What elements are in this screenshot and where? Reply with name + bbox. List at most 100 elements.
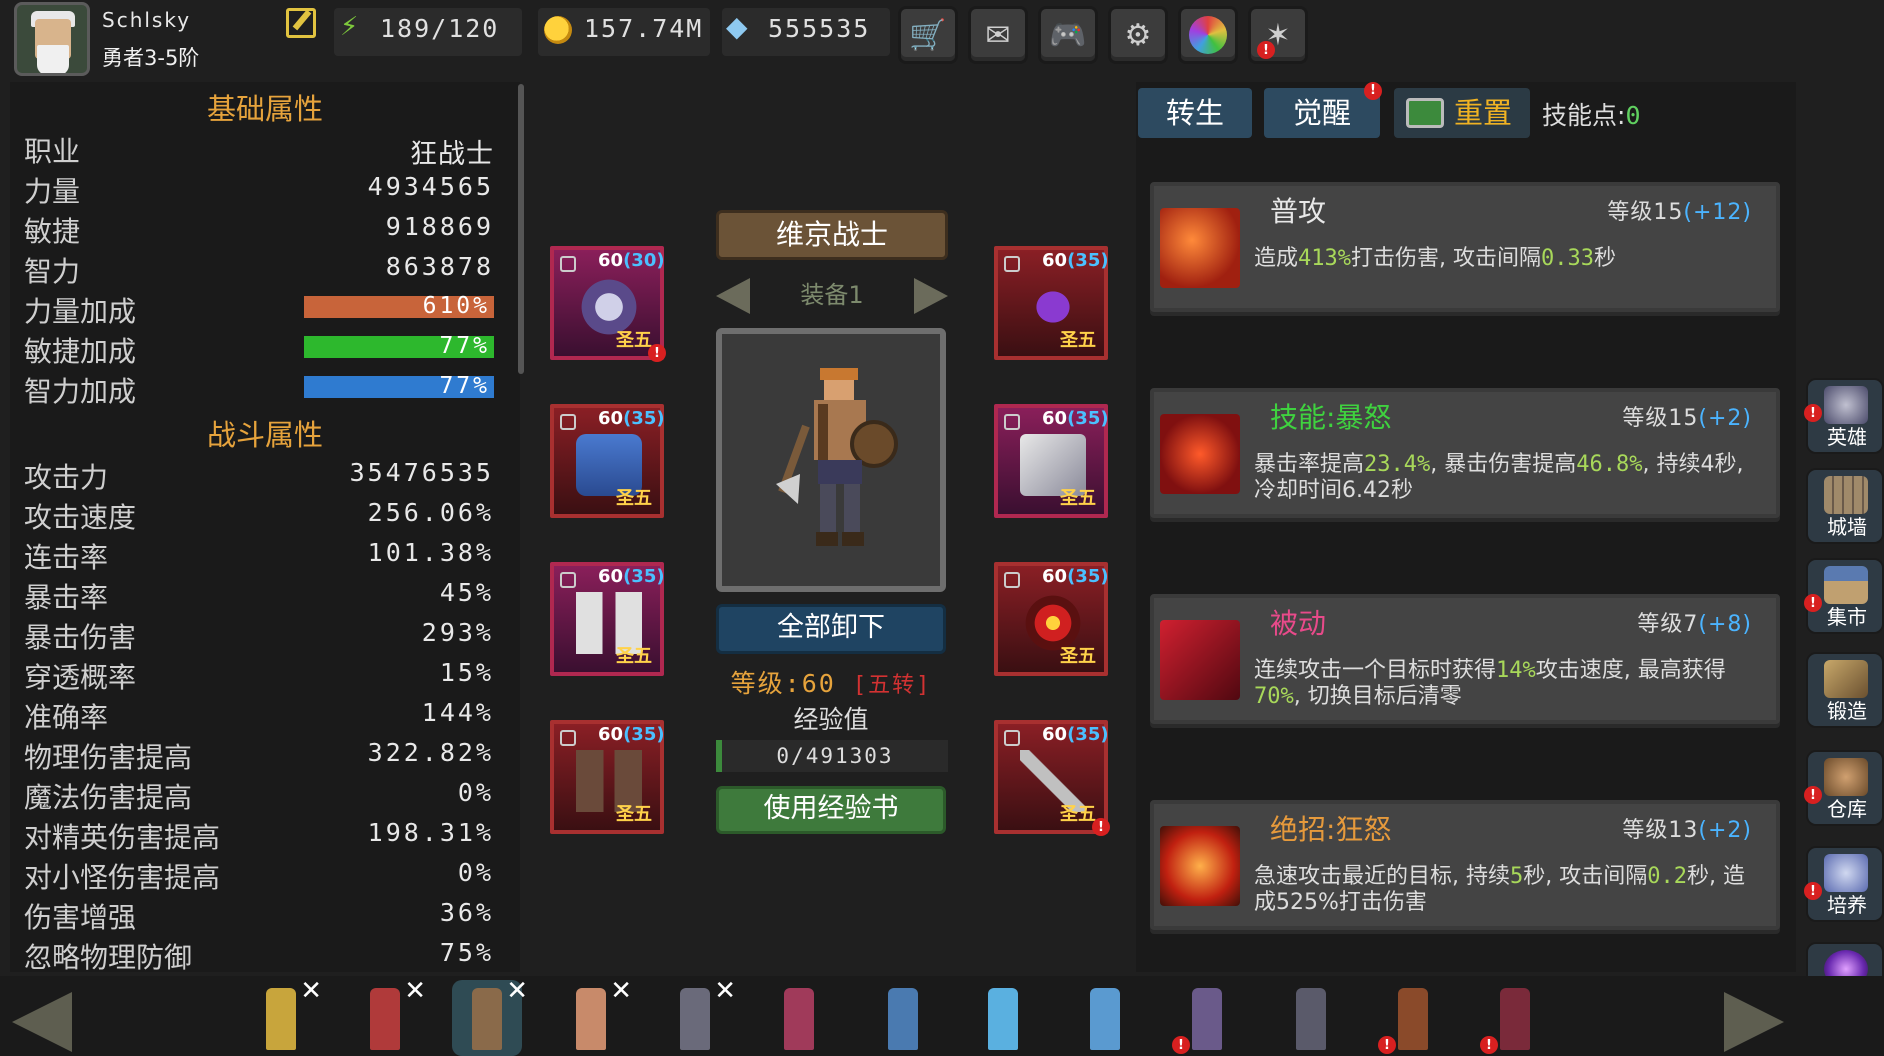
stat-label: 对小怪伤害提高 [24,861,221,894]
hero-portrait[interactable]: ! [1172,980,1242,1056]
hero-portrait[interactable] [868,980,938,1056]
next-set-icon[interactable] [914,278,948,314]
nav-label: 培养 [1827,893,1867,917]
top-bar: Schlsky 勇者3-5阶 189/120 157.74M 555535 🛒 … [0,0,1884,80]
equip-slot-gloves[interactable]: 60(35) 圣五 [994,404,1109,518]
alert-icon: ! [1804,404,1822,422]
edit-icon[interactable] [286,8,316,38]
desc-text: , 暴击伤害提高 [1430,452,1577,477]
nav-market-button[interactable]: ! 集市 [1804,558,1884,634]
event-button[interactable]: ✶ ! [1248,6,1308,64]
hero-sprite [1296,988,1326,1050]
player-avatar[interactable] [14,2,90,76]
stat-value: 45% [439,578,494,607]
equip-slot-ring[interactable]: 60(35) 圣五 [994,562,1109,676]
equip-level-value: 60 [598,566,624,587]
intelligence-bonus-bar: 77% [304,373,494,399]
hero-portrait-frame [716,328,946,592]
skill-level: 等级13(+2) [1622,812,1752,844]
skill-card-ultimate[interactable]: 绝招:狂怒 等级13(+2) 急速攻击最近的目标, 持续5秒, 攻击间隔0.2秒… [1150,800,1780,930]
hero-portrait[interactable]: ✕ [660,976,736,1056]
hero-bar-prev-icon[interactable] [12,992,72,1052]
skill-name: 绝招:狂怒 [1270,813,1392,846]
tab-awaken[interactable]: 觉醒 ! [1264,82,1382,138]
stat-row: 伤害增强 36% [14,896,494,934]
hero-portrait[interactable] [1276,980,1346,1056]
stat-value: 狂战士 [410,139,494,170]
anvil-icon [1824,660,1868,698]
exp-label: 经验值 [793,705,869,734]
use-exp-book-button[interactable]: 使用经验书 [716,786,946,834]
stat-row: 攻击力 35476535 [14,456,494,494]
nav-wall-button[interactable]: 城墙 [1806,468,1884,544]
controller-button[interactable]: 🎮 [1038,6,1098,64]
hero-portrait[interactable]: ! [1378,980,1448,1056]
cart-icon: 🛒 [909,17,947,53]
skill-card-passive[interactable]: 被动 等级7(+8) 连续攻击一个目标时获得14%攻击速度, 最高获得 70%, … [1150,594,1780,724]
hero-bar-next-icon[interactable] [1724,992,1784,1052]
stat-row: 忽略物理防御 75% [14,936,494,974]
hero-portrait[interactable]: ✕ [246,976,322,1056]
settings-icon: ⚙ [1124,17,1152,53]
stat-label: 忽略物理防御 [24,941,193,974]
stat-row: 连击率 101.38% [14,536,494,574]
hero-portrait[interactable] [968,980,1038,1056]
nav-forge-button[interactable]: 锻造 [1806,652,1884,728]
alert-icon: ! [1364,82,1382,100]
nav-cultivate-button[interactable]: ! 培养 [1804,846,1884,922]
nav-storage-button[interactable]: ! 仓库 [1804,750,1884,826]
axe-skill-icon [1160,208,1240,288]
close-icon: ✕ [300,976,322,1006]
equip-level-sub: (35) [623,724,665,745]
equip-slot-boots[interactable]: 60(35) 圣五 [550,720,665,834]
prev-set-icon[interactable] [716,278,750,314]
desc-highlight: 70% [1254,684,1294,709]
mail-button[interactable]: ✉ [968,6,1028,64]
hero-sprite [370,988,400,1050]
hero-portrait[interactable] [1070,980,1140,1056]
skill-card-rage[interactable]: 技能:暴怒 等级15(+2) 暴击率提高23.4%, 暴击伤害提高46.8%, … [1150,388,1780,518]
exp-progress-bar: 0/491303 [716,740,948,772]
equip-slot-legs[interactable]: 60(35) 圣五 [550,562,665,676]
gacha-button[interactable] [1178,6,1238,64]
equip-slot-amulet[interactable]: 60(35) 圣五 [994,246,1109,360]
equip-level-sub: (35) [1067,566,1109,587]
gem-icon [726,10,754,44]
desc-text: 暴击率提高 [1254,452,1365,477]
unequip-all-button[interactable]: 全部卸下 [716,604,946,654]
nav-hero-button[interactable]: ! 英雄 [1804,378,1884,454]
tab-rebirth[interactable]: 转生 [1138,88,1252,138]
hero-level: 等级:60 [五转] [716,664,946,700]
strength-bonus-bar: 610% [304,293,494,319]
gold-icon [544,16,572,44]
equip-level-sub: (35) [623,408,665,429]
settings-button[interactable]: ⚙ [1108,6,1168,64]
hero-sprite [1500,988,1530,1050]
close-icon: ✕ [404,976,426,1006]
alert-icon: ! [1092,818,1110,836]
equip-level: 60(35) [598,724,665,745]
equip-slot-armor[interactable]: 60(35) 圣五 [550,404,665,518]
hero-portrait-selected[interactable]: ✕ [452,976,528,1056]
reset-skills-button[interactable]: 重置 [1394,88,1530,138]
hero-portrait[interactable]: ✕ [556,976,632,1056]
equip-slot-helmet[interactable]: 60(30) 圣五 ! [550,246,666,362]
equip-tier-tag: 圣五 [1060,804,1096,825]
skill-level-bonus: (+2) [1698,406,1752,431]
equip-level-sub: (35) [1067,250,1109,271]
alert-icon: ! [1480,1036,1498,1054]
equip-tier-tag: 圣五 [616,646,652,667]
stat-value: 863878 [385,252,494,281]
stat-label: 智力加成 [24,375,137,408]
stat-row: 对精英伤害提高 198.31% [14,816,494,854]
hero-portrait[interactable] [764,980,834,1056]
skill-description: 急速攻击最近的目标, 持续5秒, 攻击间隔0.2秒, 造成525%打击伤害 [1254,864,1764,916]
hero-portrait[interactable]: ! [1480,980,1550,1056]
shop-button[interactable]: 🛒 [898,6,958,64]
stat-label: 敏捷加成 [24,335,137,368]
close-icon: ✕ [506,976,528,1006]
skill-card-basic-attack[interactable]: 普攻 等级15(+12) 造成413%打击伤害, 攻击间隔0.33秒 [1150,182,1780,312]
hero-portrait[interactable]: ✕ [350,976,426,1056]
desc-highlight: 0.2 [1647,864,1687,889]
equip-slot-weapon[interactable]: 60(35) 圣五 ! [994,720,1110,836]
